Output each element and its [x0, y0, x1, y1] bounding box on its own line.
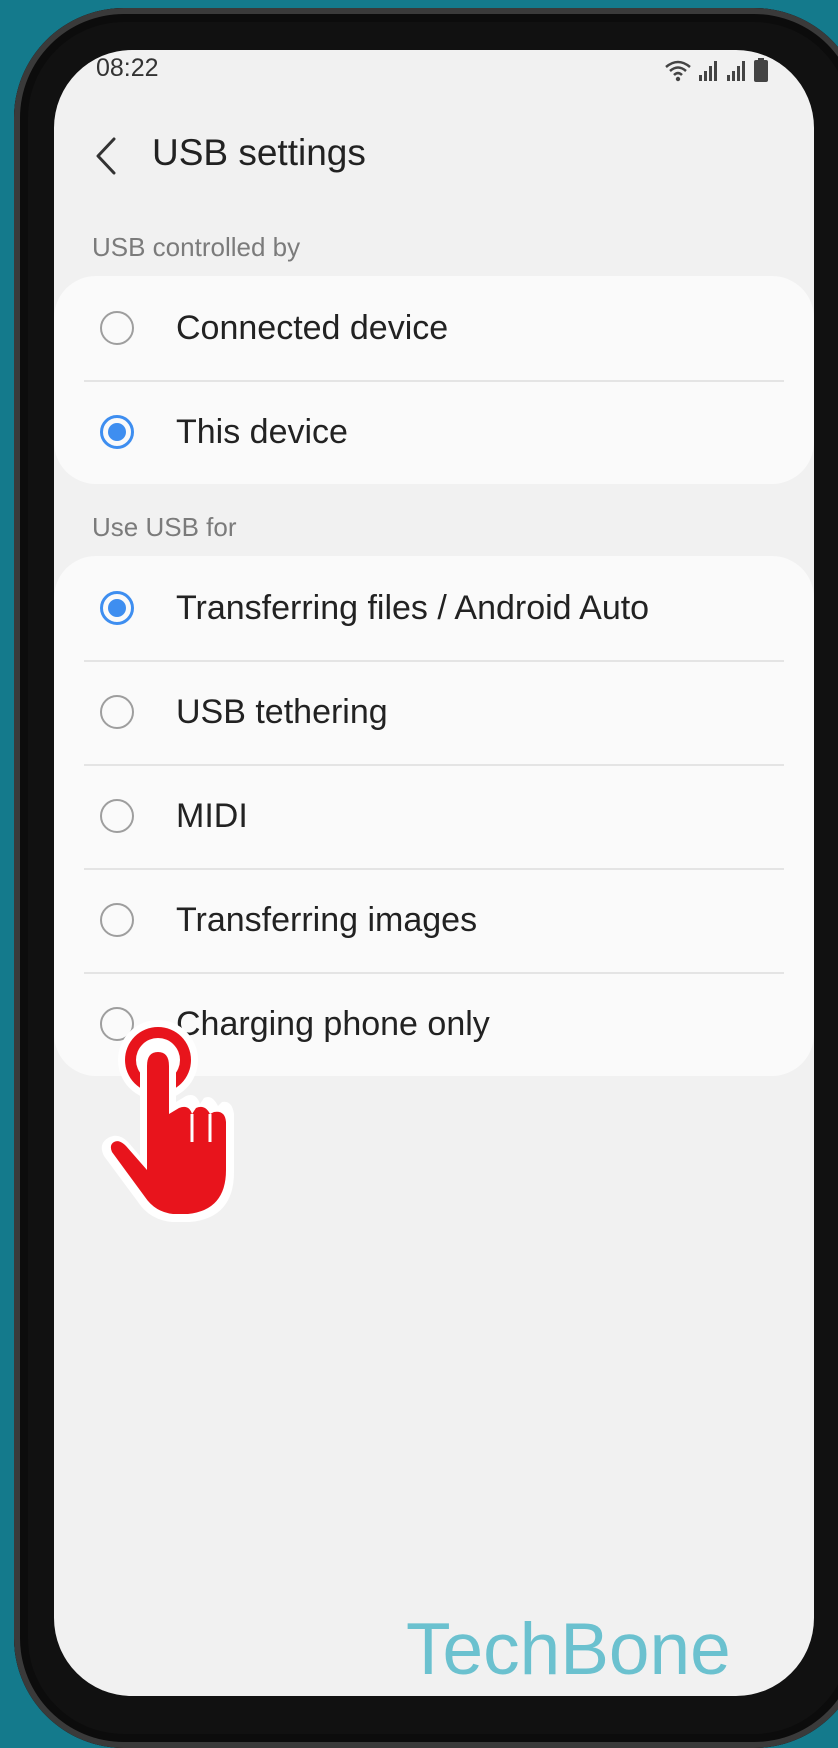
- status-icons: [664, 56, 768, 82]
- section-label-use-usb-for: Use USB for: [92, 512, 237, 542]
- option-label: Connected device: [176, 308, 449, 347]
- status-bar: 08:22: [54, 50, 814, 96]
- option-label: MIDI: [176, 796, 248, 835]
- option-transferring-files-android-auto[interactable]: Transferring files / Android Auto: [54, 556, 814, 660]
- option-usb-tethering[interactable]: USB tethering: [54, 660, 814, 764]
- tap-hand-icon: [101, 1020, 234, 1222]
- chevron-left-icon: [96, 137, 116, 175]
- radio-button[interactable]: [100, 799, 134, 833]
- status-time: 08:22: [96, 54, 159, 82]
- radio-button-checked[interactable]: [100, 415, 134, 449]
- radio-button-checked[interactable]: [100, 591, 134, 625]
- option-label: This device: [176, 412, 348, 451]
- page-title: USB settings: [152, 132, 366, 173]
- battery-icon: [754, 58, 768, 82]
- signal-icon: [699, 61, 717, 81]
- back-button[interactable]: [84, 134, 128, 178]
- option-connected-device[interactable]: Connected device: [54, 276, 814, 380]
- phone-screen: 08:22 USB settings USB controlled by Con…: [54, 50, 814, 1696]
- option-label: Transferring files / Android Auto: [176, 588, 650, 627]
- option-label: USB tethering: [176, 692, 388, 731]
- usb-controlled-by-card: Connected device This device: [54, 276, 814, 484]
- option-label: Transferring images: [176, 900, 478, 939]
- use-usb-for-card: Transferring files / Android Auto USB te…: [54, 556, 814, 1076]
- section-label-usb-controlled-by: USB controlled by: [92, 232, 301, 262]
- option-midi[interactable]: MIDI: [54, 764, 814, 868]
- option-this-device[interactable]: This device: [54, 380, 814, 484]
- option-transferring-images[interactable]: Transferring images: [54, 868, 814, 972]
- radio-button[interactable]: [100, 903, 134, 937]
- radio-button[interactable]: [100, 311, 134, 345]
- wifi-icon: [665, 60, 691, 82]
- watermark-text: TechBone: [406, 1609, 731, 1690]
- app-header: USB settings: [54, 120, 814, 200]
- signal-icon-secondary: [727, 61, 745, 81]
- radio-button[interactable]: [100, 695, 134, 729]
